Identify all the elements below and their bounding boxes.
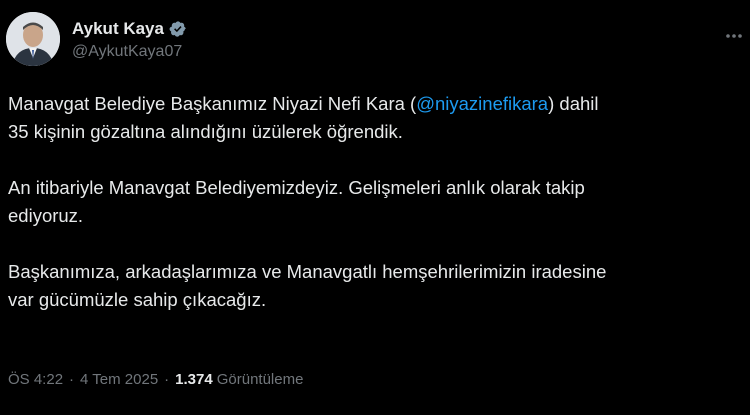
views-count: 1.374 — [175, 371, 213, 388]
verified-badge-icon — [169, 20, 187, 38]
author-handle[interactable]: @AykutKaya07 — [72, 43, 187, 61]
tweet-line: var gücümüzle sahip çıkacağız. — [8, 289, 267, 310]
tweet-card: Aykut Kaya @AykutKaya07 Manavgat Belediy… — [0, 0, 750, 415]
tweet-line: 35 kişinin gözaltına alındığını üzülerek… — [8, 121, 403, 142]
tweet-paragraph-1: Manavgat Belediye Başkanımız Niyazi Nefi… — [8, 90, 750, 146]
avatar[interactable] — [6, 12, 60, 66]
meta-separator: · — [164, 371, 170, 388]
tweet-date[interactable]: 4 Tem 2025 — [80, 371, 158, 388]
tweet-text-segment: ) dahil — [548, 93, 599, 114]
tweet-paragraph-3: Başkanımıza, arkadaşlarımıza ve Manavgat… — [8, 258, 750, 314]
views-label: Görüntüleme — [216, 371, 304, 388]
tweet-line: ediyoruz. — [8, 205, 84, 226]
author-name[interactable]: Aykut Kaya — [72, 19, 164, 39]
meta-separator: · — [69, 371, 75, 388]
tweet-text: Manavgat Belediye Başkanımız Niyazi Nefi… — [8, 90, 750, 342]
tweet-text-segment: Manavgat Belediye Başkanımız Niyazi Nefi… — [8, 93, 417, 114]
tweet-line: Başkanımıza, arkadaşlarımıza ve Manavgat… — [8, 261, 607, 282]
tweet-line: An itibariyle Manavgat Belediyemizdeyiz.… — [8, 177, 585, 198]
more-options-icon[interactable] — [724, 26, 744, 51]
tweet-time[interactable]: ÖS 4:22 — [8, 371, 63, 388]
tweet-line: Manavgat Belediye Başkanımız Niyazi Nefi… — [8, 90, 750, 118]
mention-link[interactable]: @niyazinefikara — [416, 93, 548, 114]
tweet-paragraph-2: An itibariyle Manavgat Belediyemizdeyiz.… — [8, 174, 750, 230]
tweet-header: Aykut Kaya @AykutKaya07 — [6, 12, 187, 66]
tweet-meta: ÖS 4:22 · 4 Tem 2025 · 1.374 Görüntüleme — [8, 371, 303, 388]
author-names: Aykut Kaya @AykutKaya07 — [72, 18, 187, 61]
